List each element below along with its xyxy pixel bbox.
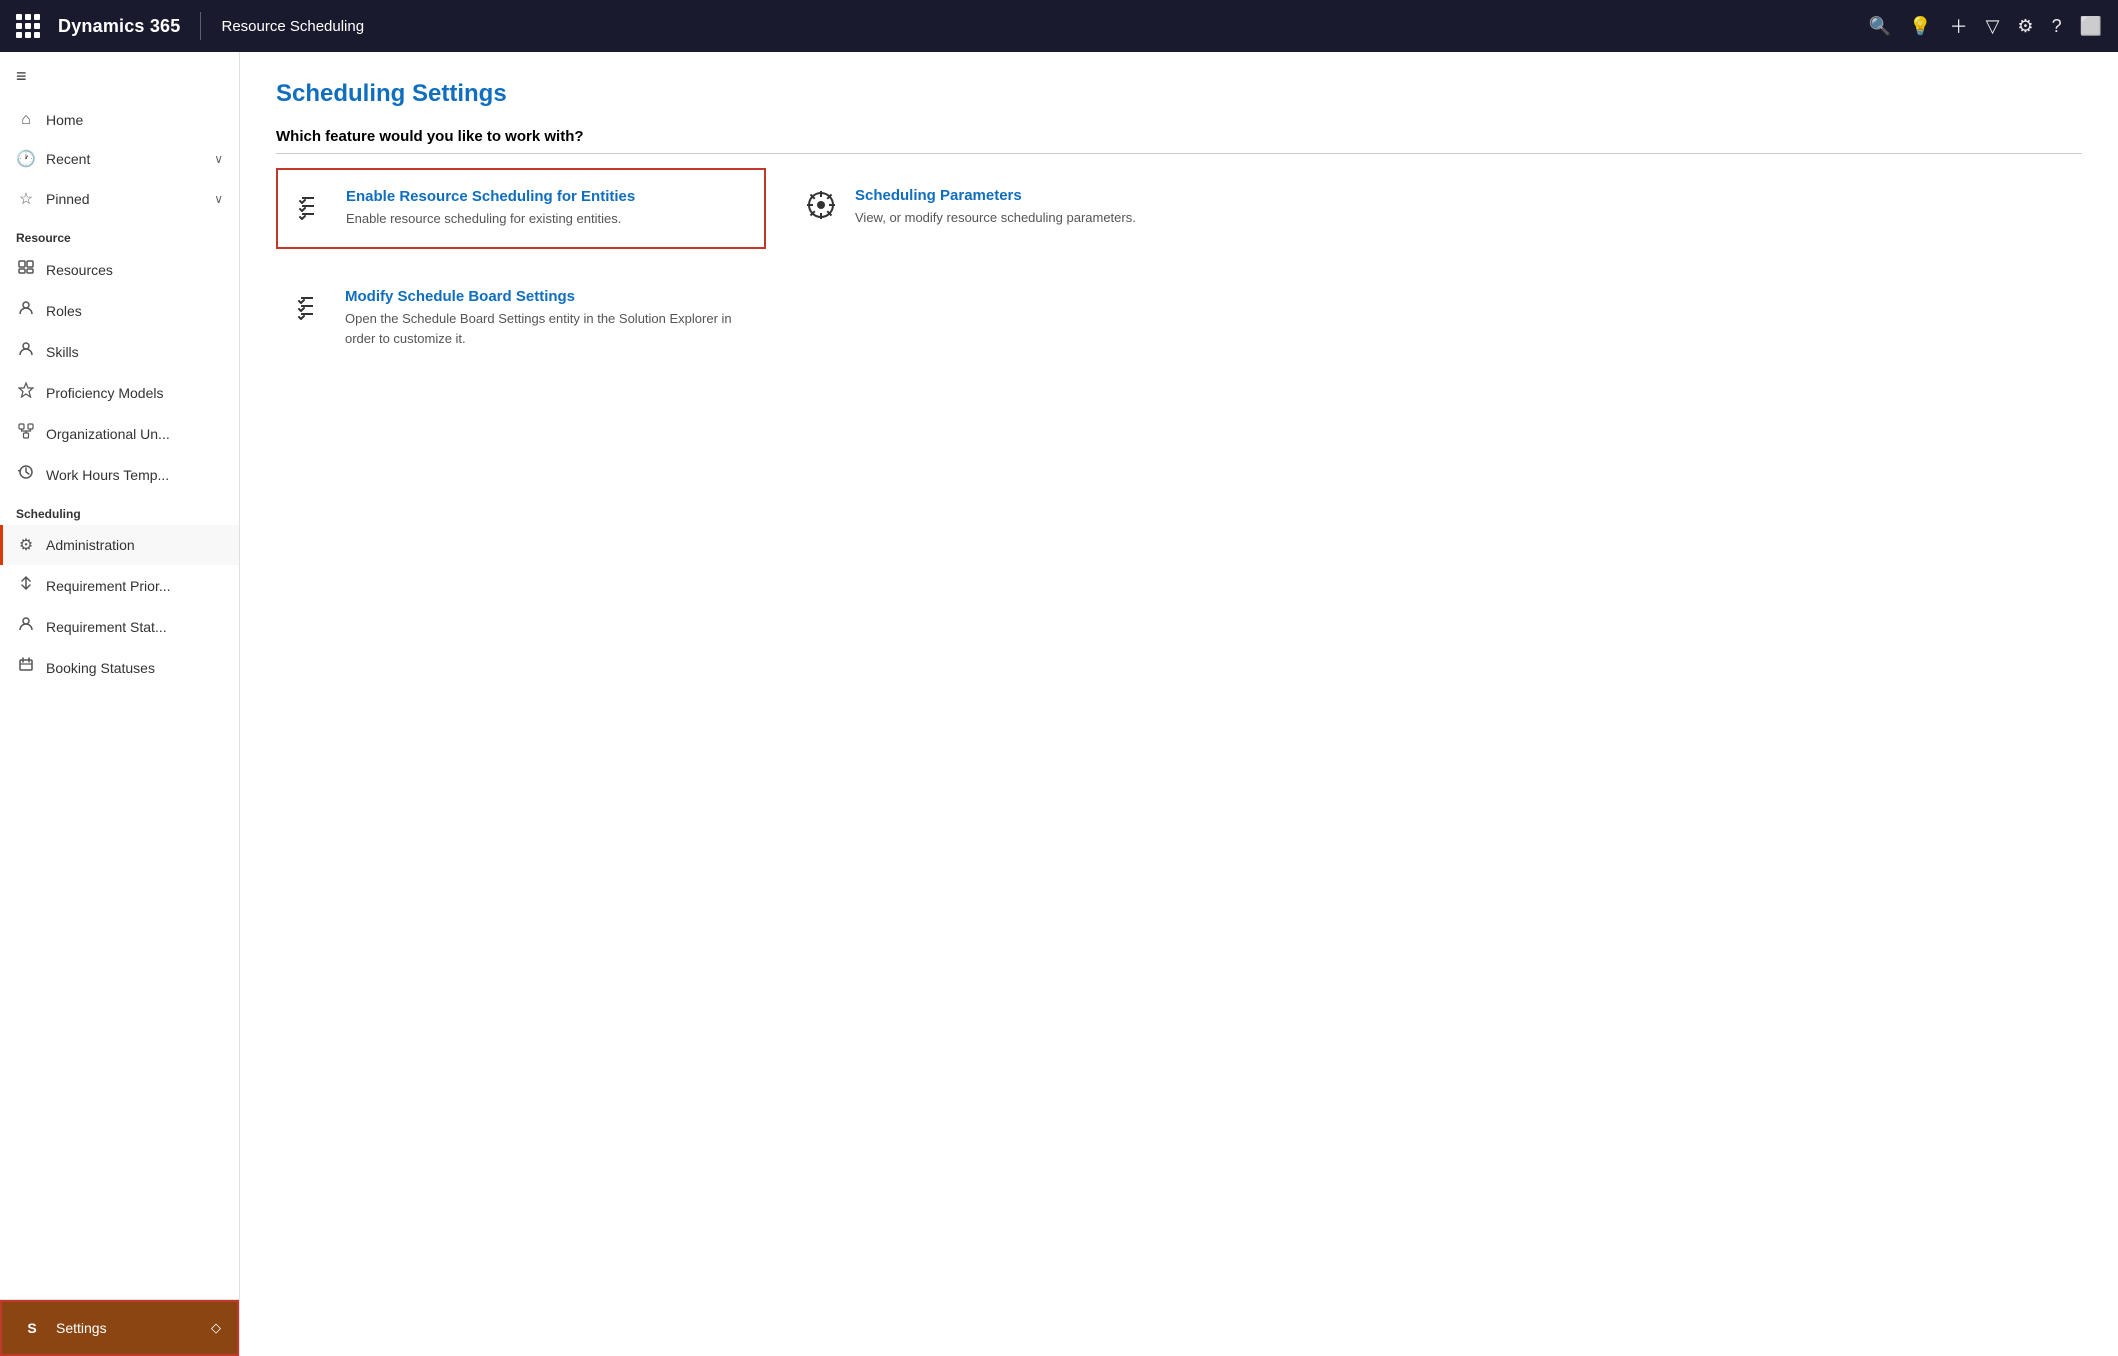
search-icon[interactable]: 🔍	[1869, 16, 1891, 37]
sidebar-label-org-units: Organizational Un...	[46, 426, 223, 442]
sidebar-label-resources: Resources	[46, 262, 223, 278]
app-grid-icon[interactable]	[16, 14, 40, 38]
sidebar-item-home[interactable]: ⌂ Home	[0, 101, 239, 139]
sidebar: ≡ ⌂ Home 🕐 Recent ∨ ☆ Pinned ∨ Resource	[0, 52, 240, 1356]
cards-grid: Enable Resource Scheduling for Entities …	[276, 168, 1276, 367]
sidebar-item-requirement-statuses[interactable]: Requirement Stat...	[0, 606, 239, 647]
sidebar-item-skills[interactable]: Skills	[0, 331, 239, 372]
pinned-chevron: ∨	[214, 192, 223, 206]
card-enable-resource-scheduling[interactable]: Enable Resource Scheduling for Entities …	[276, 168, 766, 249]
recent-chevron: ∨	[214, 152, 223, 166]
card-scheduling-parameters[interactable]: Scheduling Parameters View, or modify re…	[786, 168, 1276, 249]
topbar: Dynamics 365 Resource Scheduling 🔍 💡 ＋ ▽…	[0, 0, 2118, 52]
help-icon[interactable]: ?	[2052, 16, 2062, 37]
requirement-statuses-icon	[16, 616, 36, 637]
sidebar-label-work-hours-temp: Work Hours Temp...	[46, 467, 223, 483]
sidebar-label-proficiency-models: Proficiency Models	[46, 385, 223, 401]
card-modify-schedule-content: Modify Schedule Board Settings Open the …	[345, 288, 749, 348]
sidebar-item-org-units[interactable]: Organizational Un...	[0, 413, 239, 454]
sidebar-item-booking-statuses[interactable]: Booking Statuses	[0, 647, 239, 688]
settings-chevron-icon: ◇	[211, 1320, 221, 1336]
card-scheduling-params-desc: View, or modify resource scheduling para…	[855, 208, 1136, 228]
content-area: Scheduling Settings Which feature would …	[240, 52, 2118, 1356]
sidebar-item-requirement-priorities[interactable]: Requirement Prior...	[0, 565, 239, 606]
sidebar-item-roles[interactable]: Roles	[0, 290, 239, 331]
sidebar-label-requirement-priorities: Requirement Prior...	[46, 578, 223, 594]
sidebar-label-pinned: Pinned	[46, 191, 204, 207]
card-scheduling-params-content: Scheduling Parameters View, or modify re…	[855, 187, 1136, 228]
card-scheduling-params-title: Scheduling Parameters	[855, 187, 1136, 204]
scheduling-parameters-icon	[803, 189, 839, 228]
card-modify-schedule-board[interactable]: Modify Schedule Board Settings Open the …	[276, 269, 766, 367]
requirement-priorities-icon	[16, 575, 36, 596]
enable-scheduling-icon	[294, 190, 330, 229]
card-enable-scheduling-title: Enable Resource Scheduling for Entities	[346, 188, 635, 205]
work-hours-icon	[16, 464, 36, 485]
topbar-divider	[200, 12, 201, 40]
card-enable-scheduling-content: Enable Resource Scheduling for Entities …	[346, 188, 635, 229]
section-resource-label: Resource	[0, 219, 239, 249]
hamburger-button[interactable]: ≡	[0, 52, 239, 101]
roles-icon	[16, 300, 36, 321]
resources-icon	[16, 259, 36, 280]
org-units-icon	[16, 423, 36, 444]
proficiency-models-icon	[16, 382, 36, 403]
card-enable-scheduling-desc: Enable resource scheduling for existing …	[346, 209, 635, 229]
sidebar-item-work-hours-temp[interactable]: Work Hours Temp...	[0, 454, 239, 495]
app-name: Dynamics 365	[58, 16, 180, 37]
add-icon[interactable]: ＋	[1950, 13, 1968, 39]
sidebar-item-recent[interactable]: 🕐 Recent ∨	[0, 139, 239, 179]
section-question: Which feature would you like to work wit…	[276, 128, 2082, 154]
sidebar-item-proficiency-models[interactable]: Proficiency Models	[0, 372, 239, 413]
card-modify-schedule-desc: Open the Schedule Board Settings entity …	[345, 309, 749, 348]
card-modify-schedule-title: Modify Schedule Board Settings	[345, 288, 749, 305]
main-layout: ≡ ⌂ Home 🕐 Recent ∨ ☆ Pinned ∨ Resource	[0, 52, 2118, 1356]
administration-icon: ⚙	[16, 535, 36, 555]
section-scheduling-label: Scheduling	[0, 495, 239, 525]
home-icon: ⌂	[16, 111, 36, 129]
filter-icon[interactable]: ▽	[1986, 16, 2000, 37]
sidebar-label-recent: Recent	[46, 151, 204, 167]
page-title: Scheduling Settings	[276, 80, 2082, 108]
recent-icon: 🕐	[16, 149, 36, 169]
sidebar-label-skills: Skills	[46, 344, 223, 360]
sidebar-bottom: S Settings ◇	[0, 1299, 239, 1356]
sidebar-settings-button[interactable]: S Settings ◇	[0, 1300, 239, 1356]
sidebar-item-administration[interactable]: ⚙ Administration	[0, 525, 239, 565]
feedback-icon[interactable]: ⬜	[2080, 16, 2102, 37]
skills-icon	[16, 341, 36, 362]
sidebar-label-home: Home	[46, 112, 223, 128]
sidebar-label-administration: Administration	[46, 537, 223, 553]
booking-statuses-icon	[16, 657, 36, 678]
modify-schedule-board-icon	[293, 290, 329, 329]
sidebar-label-roles: Roles	[46, 303, 223, 319]
settings-avatar: S	[18, 1314, 46, 1342]
topbar-actions: 🔍 💡 ＋ ▽ ⚙ ? ⬜	[1869, 13, 2102, 39]
sidebar-item-pinned[interactable]: ☆ Pinned ∨	[0, 179, 239, 219]
settings-icon[interactable]: ⚙	[2017, 16, 2033, 37]
lightbulb-icon[interactable]: 💡	[1909, 16, 1931, 37]
sidebar-label-requirement-statuses: Requirement Stat...	[46, 619, 223, 635]
sidebar-item-resources[interactable]: Resources	[0, 249, 239, 290]
pin-icon: ☆	[16, 189, 36, 209]
sidebar-settings-label: Settings	[56, 1320, 107, 1336]
sidebar-label-booking-statuses: Booking Statuses	[46, 660, 223, 676]
module-name: Resource Scheduling	[221, 18, 364, 35]
